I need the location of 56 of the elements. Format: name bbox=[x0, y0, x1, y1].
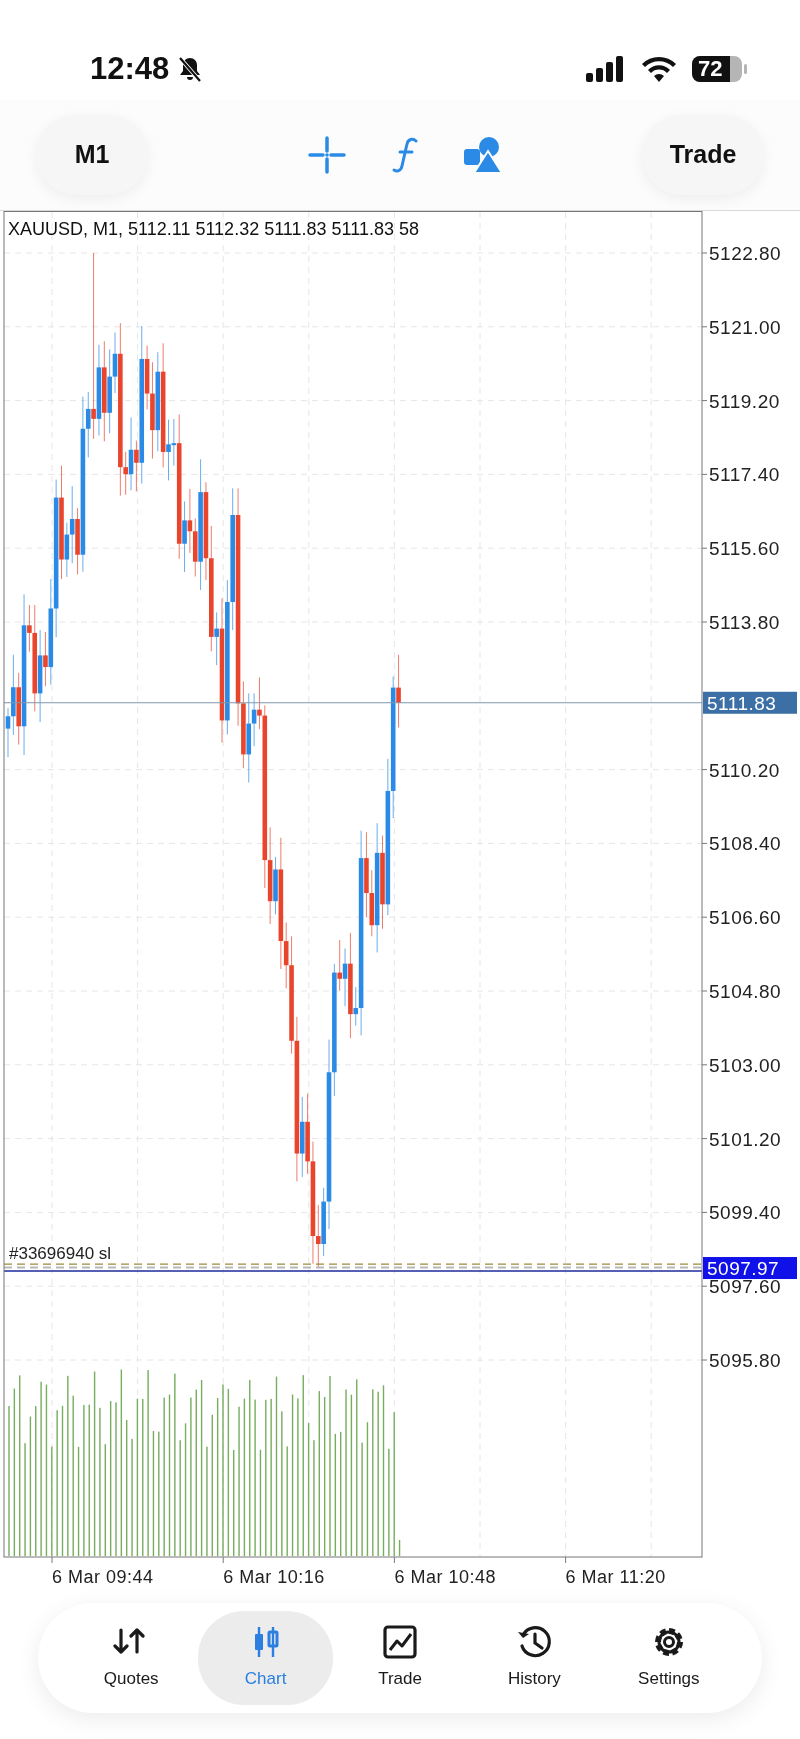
price-label: 5095.80 bbox=[709, 1350, 782, 1371]
tab[interactable]: History bbox=[467, 1611, 602, 1705]
line-chart-icon bbox=[382, 1624, 418, 1661]
tab[interactable]: Settings bbox=[601, 1611, 737, 1705]
price-label: 5101.20 bbox=[709, 1128, 782, 1150]
price-label: 5122.80 bbox=[709, 243, 782, 264]
axis-tick bbox=[701, 326, 708, 328]
axis-tick bbox=[222, 1556, 224, 1564]
axis-tick bbox=[565, 1556, 567, 1564]
axis-tick bbox=[701, 916, 708, 918]
axis-tick bbox=[701, 252, 708, 254]
price-label: 5119.20 bbox=[709, 390, 780, 412]
order-price-tag: 5097.97 bbox=[703, 1257, 797, 1280]
status-time: 12:48 bbox=[90, 49, 170, 88]
wifi-icon bbox=[642, 56, 676, 82]
axis-tick bbox=[701, 1285, 708, 1287]
signal-icon bbox=[586, 56, 626, 82]
axis-tick bbox=[701, 1359, 708, 1361]
price-label: 5103.00 bbox=[709, 1054, 782, 1076]
price-label: 5108.40 bbox=[709, 833, 782, 855]
tab[interactable]: Trade bbox=[332, 1611, 468, 1705]
price-label: 5113.80 bbox=[709, 612, 780, 633]
tab[interactable]: Chart bbox=[198, 1611, 333, 1705]
trade-button[interactable]: Trade bbox=[642, 115, 764, 195]
axis-tick bbox=[393, 1556, 395, 1564]
price-label: 5110.20 bbox=[709, 759, 780, 781]
current-price-tag: 5111.83 bbox=[703, 691, 797, 714]
timeframe-button[interactable]: M1 bbox=[36, 115, 148, 195]
time-label: 6 Mar 11:20 bbox=[565, 1567, 666, 1587]
axis-tick bbox=[701, 990, 708, 992]
axis-tick bbox=[701, 473, 708, 475]
order-label: #33696940 sl bbox=[9, 1244, 112, 1264]
axis-tick bbox=[701, 842, 708, 844]
tab[interactable]: Quotes bbox=[64, 1611, 199, 1705]
crosshair-icon[interactable] bbox=[308, 136, 346, 174]
price-label: 5115.60 bbox=[709, 538, 780, 560]
axis-tick bbox=[701, 769, 708, 771]
price-label: 5117.40 bbox=[709, 464, 780, 486]
shapes-icon[interactable] bbox=[464, 137, 502, 173]
price-label: 5099.40 bbox=[709, 1202, 782, 1224]
price-label: 5104.80 bbox=[709, 981, 782, 1002]
time-label: 6 Mar 09:44 bbox=[52, 1567, 154, 1587]
function-icon[interactable] bbox=[392, 137, 418, 173]
axis-tick bbox=[701, 1211, 708, 1213]
bell-slash-icon bbox=[177, 55, 204, 83]
axis-tick bbox=[51, 1556, 53, 1564]
axis-tick bbox=[701, 400, 708, 402]
axis-tick bbox=[701, 547, 708, 549]
price-label: 5121.00 bbox=[709, 316, 782, 338]
axis-tick bbox=[701, 1138, 708, 1140]
time-label: 6 Mar 10:16 bbox=[223, 1567, 325, 1587]
chart-header: XAUUSD, M1, 5112.11 5112.32 5111.83 5111.83 58 bbox=[8, 219, 419, 239]
axis-tick bbox=[701, 621, 708, 623]
price-label: 5106.60 bbox=[709, 907, 782, 929]
axis-tick bbox=[701, 1064, 708, 1066]
time-label: 6 Mar 10:48 bbox=[394, 1567, 496, 1587]
